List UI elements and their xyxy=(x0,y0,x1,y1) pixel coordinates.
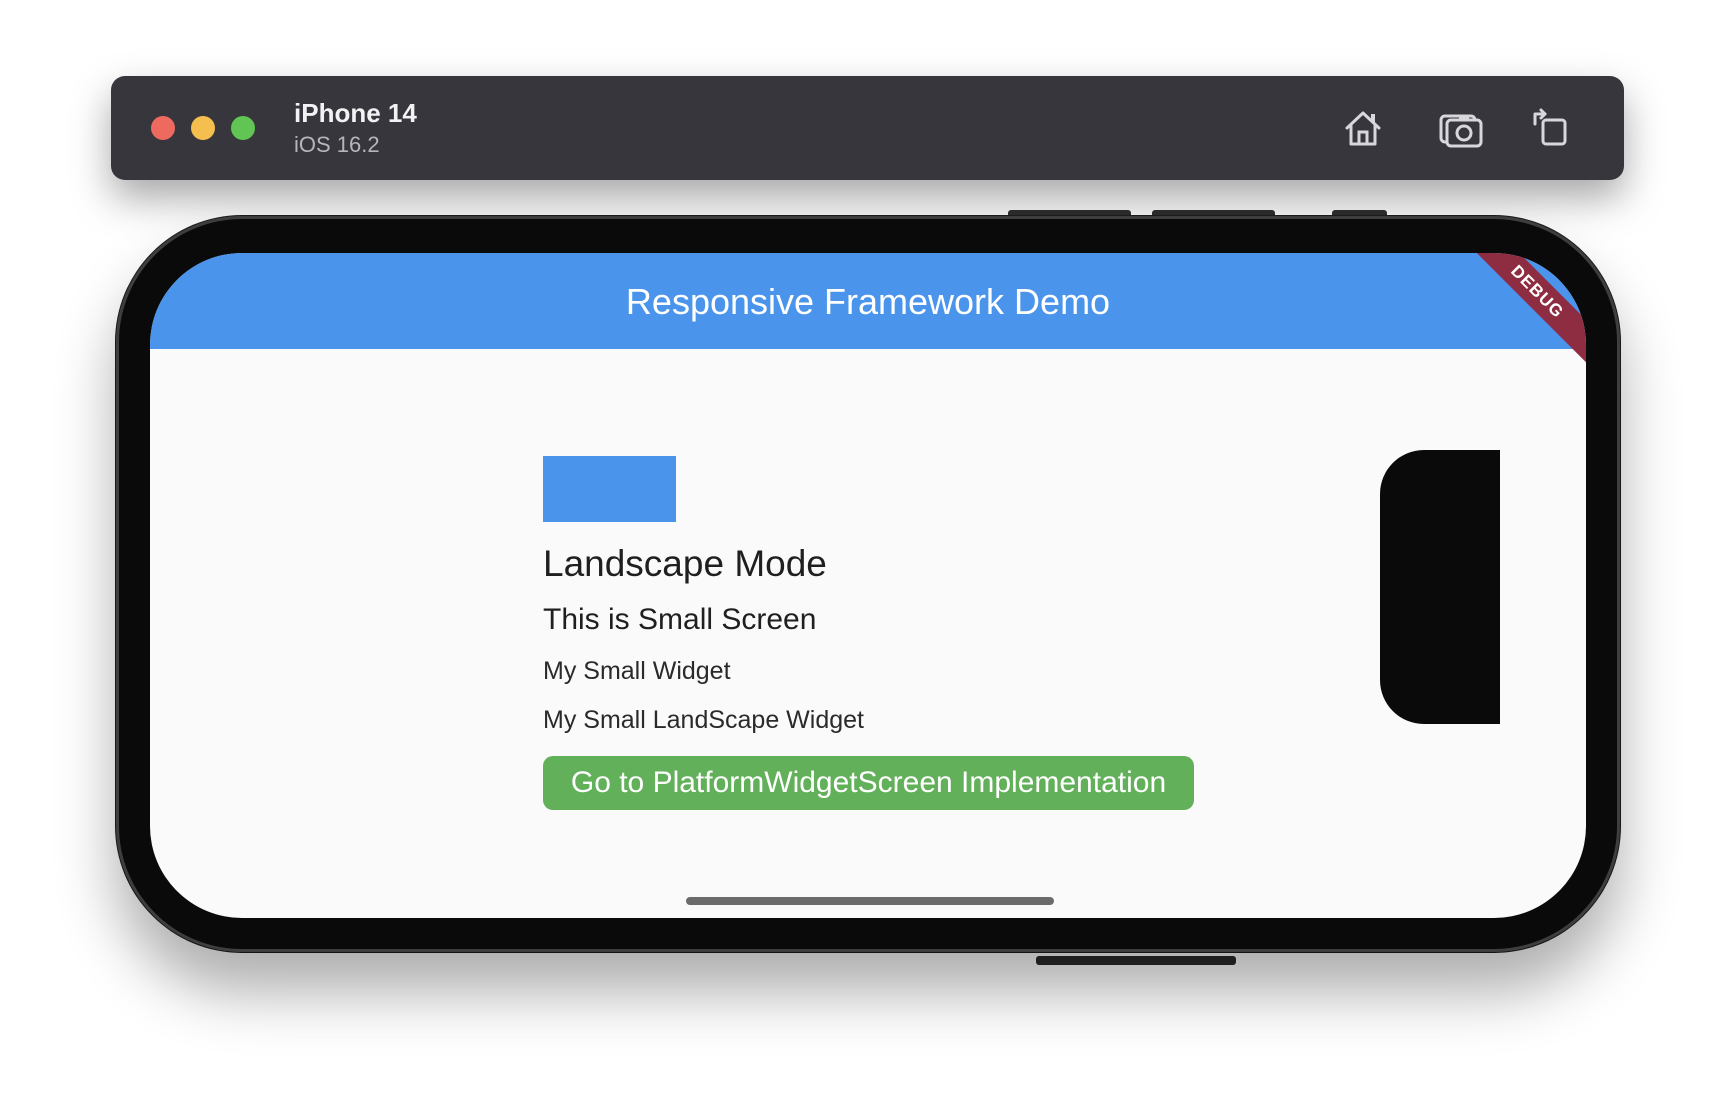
minimize-window-button[interactable] xyxy=(191,116,215,140)
rotate-icon xyxy=(1533,108,1567,146)
dynamic-notch xyxy=(1380,450,1500,724)
screenshot-icon xyxy=(1439,114,1483,148)
small-landscape-widget-text: My Small LandScape Widget xyxy=(543,706,864,734)
screenshot-button[interactable] xyxy=(1437,104,1485,152)
power-hardware-button xyxy=(1036,956,1236,965)
close-window-button[interactable] xyxy=(151,116,175,140)
home-icon xyxy=(1345,111,1381,146)
home-button[interactable] xyxy=(1339,104,1387,152)
app-screen: Responsive Framework Demo DEBUG xyxy=(150,253,1586,918)
os-version: iOS 16.2 xyxy=(294,132,380,157)
zoom-window-button[interactable] xyxy=(231,116,255,140)
blue-placeholder-box xyxy=(543,456,676,522)
platform-widget-screen-button[interactable]: Go to PlatformWidgetScreen Implementatio… xyxy=(543,756,1194,810)
orientation-heading: Landscape Mode xyxy=(543,543,827,584)
screen-size-text: This is Small Screen xyxy=(543,603,817,636)
simulator-title-bar: iPhone 14 iOS 16.2 xyxy=(111,76,1624,180)
device-name: iPhone 14 xyxy=(294,98,417,128)
rotate-button[interactable] xyxy=(1527,104,1575,152)
small-widget-text: My Small Widget xyxy=(543,657,731,685)
app-bar: Responsive Framework Demo xyxy=(150,253,1586,349)
app-bar-title: Responsive Framework Demo xyxy=(625,281,1111,322)
home-indicator[interactable] xyxy=(686,897,1054,905)
